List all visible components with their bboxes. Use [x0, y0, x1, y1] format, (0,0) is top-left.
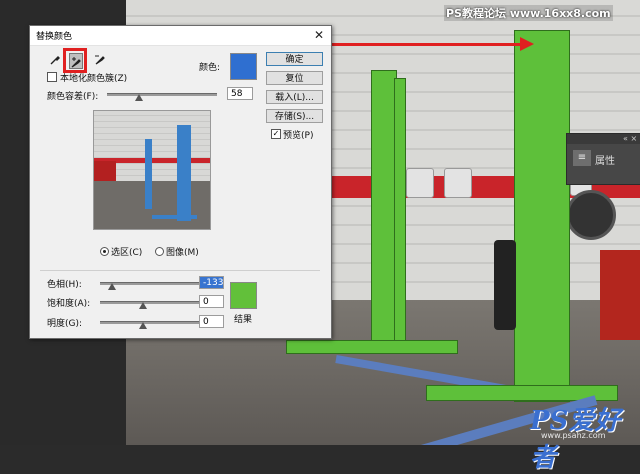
dialog-title-bar[interactable]: 替换颜色 ✕ [30, 26, 331, 46]
red-tool-cabinet [600, 250, 640, 340]
preview-floor [94, 181, 210, 229]
preview-thumbnail [93, 110, 211, 230]
dialog-title: 替换颜色 [36, 32, 73, 42]
fuzziness-input[interactable]: 58 [227, 87, 253, 100]
lift-post-back-side [394, 78, 406, 350]
watermark-top: PS教程论坛 www.16xx8.com [444, 5, 613, 21]
target-color-swatch[interactable] [230, 53, 257, 80]
localized-clusters-checkbox[interactable] [47, 72, 57, 82]
lift-base-back [286, 340, 458, 354]
result-color-swatch[interactable] [230, 282, 257, 309]
lightness-label: 明度(G): [47, 319, 83, 329]
watermark-url: www.psahz.com [541, 431, 606, 440]
annotation-arrow-head [520, 37, 534, 51]
hue-input[interactable]: -133 [199, 276, 224, 289]
panel-controls[interactable]: « × [623, 134, 637, 143]
properties-icon[interactable]: ≡ [573, 150, 591, 166]
hydraulic-tank [494, 240, 516, 330]
properties-panel[interactable]: « × ≡ 属性 [566, 133, 640, 185]
fuzziness-slider[interactable] [107, 93, 217, 96]
lift-post-front [514, 30, 570, 402]
image-radio[interactable] [155, 247, 164, 256]
replace-color-dialog: 替换颜色 ✕ 颜色: 本地化颜色簇(Z) 颜色容差(F): 58 确定 复位 载… [29, 25, 332, 339]
load-button[interactable]: 载入(L)... [266, 90, 323, 104]
separator [40, 270, 320, 271]
preview-lift-base [152, 215, 197, 219]
preview-checkbox[interactable]: ✓ [271, 129, 281, 139]
hue-slider-thumb[interactable] [108, 283, 116, 290]
saturation-slider-thumb[interactable] [139, 302, 147, 309]
eyedropper-icon[interactable] [48, 54, 62, 68]
color-label: 颜色: [199, 63, 221, 73]
reset-button[interactable]: 复位 [266, 71, 323, 85]
lightness-slider-thumb[interactable] [139, 322, 147, 329]
eyedropper-minus-icon[interactable] [93, 54, 107, 68]
speaker [444, 168, 472, 198]
speaker [406, 168, 434, 198]
saturation-label: 饱和度(A): [47, 299, 91, 309]
preview-lift-post [145, 139, 152, 209]
result-label: 结果 [234, 315, 253, 325]
preview-label: 预览(P) [283, 131, 314, 141]
close-icon[interactable]: ✕ [314, 28, 324, 42]
ok-button[interactable]: 确定 [266, 52, 323, 66]
save-button[interactable]: 存储(S)... [266, 109, 323, 123]
highlight-box [63, 48, 87, 73]
fuzziness-slider-thumb[interactable] [134, 94, 143, 101]
fuzziness-label: 颜色容差(F): [47, 92, 99, 102]
selection-radio-label: 选区(C) [111, 248, 143, 258]
preview-lift-post [177, 125, 191, 221]
saturation-input[interactable]: 0 [199, 295, 224, 308]
image-radio-label: 图像(M) [166, 248, 199, 258]
properties-label[interactable]: 属性 [595, 152, 615, 167]
floor-fan [566, 190, 616, 240]
lightness-input[interactable]: 0 [199, 315, 224, 328]
selection-radio[interactable] [100, 247, 109, 256]
localized-clusters-label: 本地化颜色簇(Z) [60, 74, 128, 84]
hue-label: 色相(H): [47, 280, 82, 290]
